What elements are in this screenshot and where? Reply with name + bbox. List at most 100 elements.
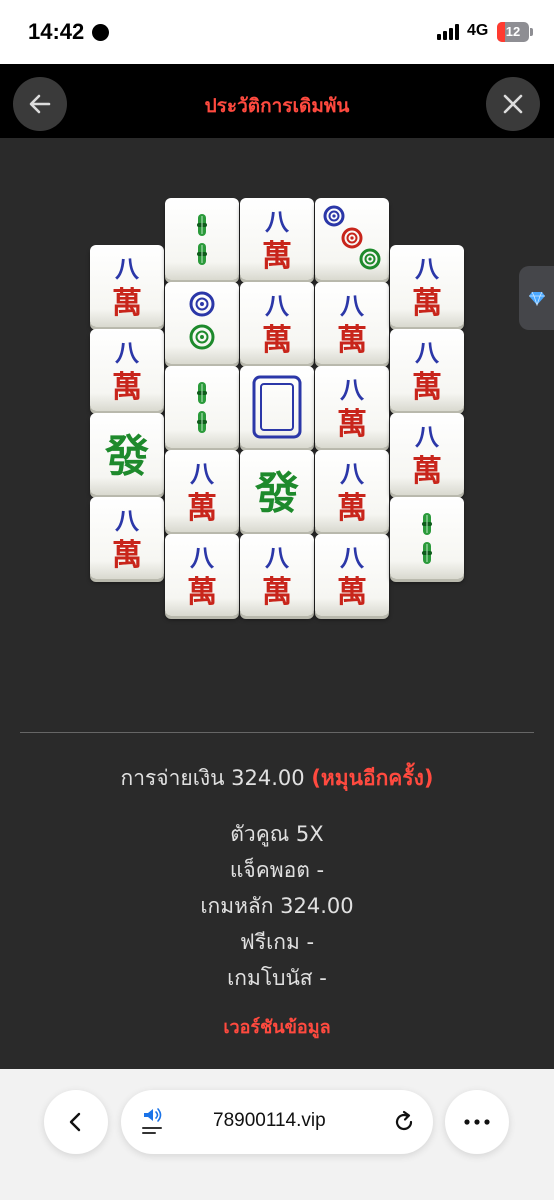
battery-cap — [530, 28, 533, 36]
wan8-tile-face-icon: 八 萬 — [337, 459, 367, 526]
svg-text:萬: 萬 — [337, 323, 367, 358]
respin-label: (หมุนอีกครั้ง) — [311, 766, 434, 790]
mahjong-tile-wan8: 八 萬 — [90, 497, 164, 579]
svg-text:萬: 萬 — [112, 538, 142, 573]
svg-text:八: 八 — [340, 543, 365, 572]
bet-history-panel: 八 萬八 萬發八 萬 八 萬 八 萬 八 萬 八 萬 發 八 萬 八 萬 八 萬… — [0, 138, 554, 1069]
mahjong-tile-green-dragon: 發 — [240, 450, 314, 532]
wan8-tile-face-icon: 八 萬 — [262, 543, 292, 610]
version-info-link[interactable]: เวอร์ชันข้อมูล — [0, 1012, 554, 1041]
svg-text:萬: 萬 — [112, 286, 142, 321]
signal-icon — [437, 24, 461, 40]
wan8-tile-face-icon: 八 萬 — [412, 338, 442, 405]
svg-text:八: 八 — [265, 543, 290, 572]
svg-text:八: 八 — [115, 338, 140, 367]
svg-text:萬: 萬 — [412, 370, 442, 405]
battery-icon: 12 — [497, 22, 529, 42]
mahjong-tile-wan8: 八 萬 — [165, 450, 239, 532]
mahjong-tile-wan8: 八 萬 — [240, 534, 314, 616]
wan8-tile-face-icon: 八 萬 — [337, 375, 367, 442]
svg-text:八: 八 — [340, 291, 365, 320]
svg-text:發: 發 — [254, 468, 299, 519]
svg-text:八: 八 — [190, 543, 215, 572]
mahjong-tile-wan8: 八 萬 — [165, 534, 239, 616]
page-title: ประวัติการเดิมพัน — [204, 95, 350, 117]
svg-text:萬: 萬 — [412, 454, 442, 489]
close-button[interactable] — [486, 77, 540, 131]
svg-text:萬: 萬 — [262, 575, 292, 610]
multiplier: ตัวคูณ 5X — [230, 822, 324, 846]
mahjong-tile-wan8: 八 萬 — [315, 450, 389, 532]
bamboo-2-tile-face-icon — [422, 513, 432, 564]
svg-text:八: 八 — [115, 506, 140, 535]
wan8-tile-face-icon: 八 萬 — [112, 254, 142, 321]
mahjong-tile-wan8: 八 萬 — [315, 366, 389, 448]
mahjong-tile-wan8: 八 萬 — [240, 282, 314, 364]
wan8-tile-face-icon: 八 萬 — [262, 291, 292, 358]
wan8-tile-face-icon: 八 萬 — [262, 207, 292, 274]
circles-3-tile-face-icon — [323, 205, 381, 270]
mahjong-tile-wan8: 八 萬 — [240, 198, 314, 280]
divider — [20, 732, 534, 733]
wan8-tile-face-icon: 八 萬 — [112, 338, 142, 405]
wan8-tile-face-icon: 八 萬 — [337, 291, 367, 358]
green-dragon-tile-face-icon: 發 — [104, 431, 149, 482]
svg-text:萬: 萬 — [187, 575, 217, 610]
svg-text:發: 發 — [104, 431, 149, 482]
mahjong-tile-wan8: 八 萬 — [315, 534, 389, 616]
payout-amount: การจ่ายเงิน 324.00 — [120, 766, 305, 790]
mahjong-tile-wan8: 八 萬 — [90, 245, 164, 327]
svg-text:萬: 萬 — [262, 239, 292, 274]
svg-text:萬: 萬 — [262, 323, 292, 358]
mahjong-tile-wan8: 八 萬 — [390, 245, 464, 327]
mahjong-tile-circles-3 — [315, 198, 389, 280]
bonus-game: เกมโบนัส - — [227, 966, 327, 990]
status-bar: 14:42 4G 12 — [0, 0, 554, 64]
svg-text:八: 八 — [340, 459, 365, 488]
mahjong-tile-bamboo-2 — [390, 497, 464, 579]
more-button[interactable] — [445, 1090, 509, 1154]
svg-text:萬: 萬 — [337, 407, 367, 442]
side-handle[interactable] — [519, 266, 554, 330]
white-dragon-tile-face-icon — [252, 375, 302, 439]
wan8-tile-face-icon: 八 萬 — [412, 254, 442, 321]
payout-line: การจ่ายเงิน 324.00 (หมุนอีกครั้ง) — [0, 762, 554, 795]
mahjong-tile-green-dragon: 發 — [90, 413, 164, 495]
svg-text:萬: 萬 — [187, 491, 217, 526]
wan8-tile-face-icon: 八 萬 — [187, 459, 217, 526]
chevron-left-icon — [69, 1112, 81, 1132]
browser-back-button[interactable] — [44, 1090, 108, 1154]
mahjong-tile-bamboo-2 — [165, 198, 239, 280]
address-bar[interactable]: 78900114.vip — [121, 1090, 433, 1154]
url-text: 78900114.vip — [213, 1110, 326, 1131]
bamboo-2-tile-face-icon — [197, 382, 207, 433]
svg-text:八: 八 — [115, 254, 140, 283]
circles-2-tile-face-icon — [189, 291, 215, 350]
svg-text:八: 八 — [265, 207, 290, 236]
svg-text:八: 八 — [415, 422, 440, 451]
close-icon — [503, 94, 523, 114]
browser-toolbar: 78900114.vip — [0, 1069, 554, 1200]
svg-text:八: 八 — [190, 459, 215, 488]
diamond-icon — [529, 291, 545, 306]
mahjong-tile-circles-2 — [165, 282, 239, 364]
svg-text:萬: 萬 — [412, 286, 442, 321]
mahjong-tile-white-dragon — [240, 366, 314, 448]
network-type: 4G — [467, 22, 489, 39]
mahjong-tile-bamboo-2 — [165, 366, 239, 448]
svg-text:八: 八 — [265, 291, 290, 320]
free-game: ฟรีเกม - — [239, 930, 315, 954]
status-time: 14:42 — [28, 19, 85, 44]
svg-text:萬: 萬 — [112, 370, 142, 405]
jackpot: แจ็คพอต - — [229, 858, 325, 882]
speaker-icon — [142, 1108, 162, 1134]
mahjong-tile-wan8: 八 萬 — [315, 282, 389, 364]
wan8-tile-face-icon: 八 萬 — [337, 543, 367, 610]
svg-text:八: 八 — [415, 254, 440, 283]
mahjong-tile-wan8: 八 萬 — [390, 329, 464, 411]
recording-dot-icon — [92, 24, 109, 41]
app-header: ประวัติการเดิมพัน — [0, 64, 554, 138]
battery-level: 12 — [505, 24, 521, 39]
reload-icon[interactable] — [392, 1110, 416, 1134]
mahjong-board: 八 萬八 萬發八 萬 八 萬 八 萬 八 萬 八 萬 發 八 萬 八 萬 八 萬… — [0, 138, 554, 658]
